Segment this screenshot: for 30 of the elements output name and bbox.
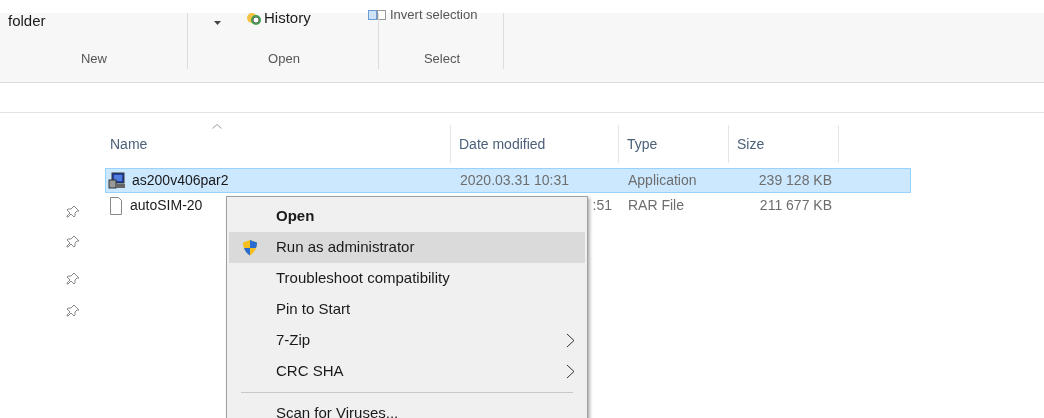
type-cell-text: RAR File bbox=[627, 196, 685, 215]
file-name[interactable]: autoSIM-20 bbox=[130, 195, 203, 216]
pin-icon bbox=[66, 304, 80, 318]
shield-icon bbox=[241, 239, 259, 257]
size-cell-text: 239 128 KB bbox=[757, 171, 833, 190]
pin-icon bbox=[66, 235, 80, 249]
column-header[interactable]: Type bbox=[619, 125, 729, 163]
date-cell-text: :51 bbox=[591, 196, 612, 215]
pin-icon bbox=[66, 205, 80, 219]
dropdown-caret-icon[interactable] bbox=[214, 21, 221, 25]
ribbon-group-label: Select bbox=[422, 50, 462, 68]
ribbon-group-label: Open bbox=[267, 50, 301, 68]
type-cell-text: Application bbox=[627, 171, 698, 190]
chevron-right-icon bbox=[566, 333, 575, 348]
ribbon-label: folder bbox=[8, 11, 46, 31]
application-icon bbox=[108, 171, 126, 190]
history-button[interactable]: History bbox=[246, 7, 311, 30]
column-header[interactable]: Date modified bbox=[451, 125, 619, 163]
column-header[interactable]: Size bbox=[729, 125, 839, 163]
size-cell-text: 211 677 KB bbox=[758, 196, 833, 215]
ribbon-group-label: New bbox=[80, 50, 108, 68]
menu-item[interactable]: Run as administrator bbox=[229, 232, 585, 263]
pin-icon bbox=[66, 272, 80, 286]
chevron-right-icon bbox=[566, 364, 575, 379]
date-cell-text: 2020.03.31 10:31 bbox=[459, 171, 569, 190]
column-header[interactable]: Name bbox=[97, 125, 451, 163]
invert-selection-button[interactable]: Invert selection bbox=[368, 5, 478, 25]
file-row[interactable]: as200v406par2 2020.03.31 10:31 Application 239 128 KB bbox=[105, 168, 911, 193]
file-icon bbox=[108, 196, 124, 215]
file-name: as200v406par2 bbox=[132, 171, 229, 190]
